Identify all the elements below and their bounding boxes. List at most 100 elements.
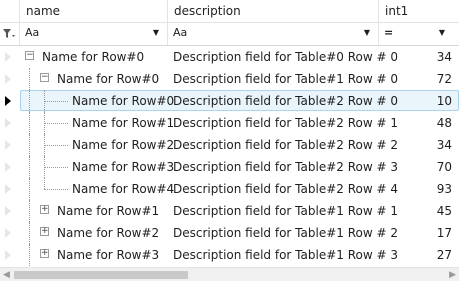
table-row[interactable]: + Name for Row#3 Description field for Tab… [0, 244, 459, 266]
row-indicator-icon [5, 184, 11, 194]
filter-cell-description[interactable]: Aa ▼ [168, 23, 379, 45]
cell-int1[interactable]: 93 [380, 178, 452, 200]
row-indicator[interactable] [0, 46, 18, 68]
tree-grid: name description int1 Aa ▼ Aa ▼ = ▼ − Nam… [0, 0, 459, 281]
tree-guide-line [29, 112, 30, 134]
cell-description[interactable]: Description field for Table#1 Row # 1 [173, 200, 398, 222]
cell-name[interactable]: Name for Row#0 [72, 90, 174, 112]
table-row[interactable]: + Name for Row#2 Description field for Tab… [0, 222, 459, 244]
cell-description[interactable]: Description field for Table#1 Row # 3 [173, 244, 398, 266]
tree-guide-line [29, 134, 30, 156]
scrollbar-thumb[interactable] [14, 271, 188, 279]
cell-int1[interactable]: 34 [380, 134, 452, 156]
filter-cell-name[interactable]: Aa ▼ [20, 23, 168, 45]
cell-name[interactable]: Name for Row#3 [72, 156, 174, 178]
table-row[interactable]: Name for Row#4 Description field for Tabl… [0, 178, 459, 200]
chevron-down-icon[interactable]: ▼ [364, 28, 370, 37]
cell-int1[interactable]: 72 [380, 68, 452, 90]
horizontal-scrollbar[interactable]: ◀ ▶ [0, 267, 459, 281]
cell-description[interactable]: Description field for Table#1 Row # 2 [173, 222, 398, 244]
row-indicator[interactable] [0, 178, 18, 200]
row-indicator-icon [5, 206, 11, 216]
row-indicator[interactable] [0, 222, 18, 244]
cell-description[interactable]: Description field for Table#0 Row # 0 [173, 46, 398, 68]
expand-icon[interactable]: + [40, 205, 49, 214]
collapse-icon[interactable]: − [25, 51, 34, 60]
cell-int1[interactable]: 34 [380, 46, 452, 68]
cell-description[interactable]: Description field for Table#2 Row # 1 [173, 112, 398, 134]
cell-int1[interactable]: 45 [380, 200, 452, 222]
row-indicator[interactable] [0, 68, 18, 90]
column-header-row: name description int1 [0, 0, 459, 23]
expand-icon[interactable]: + [40, 249, 49, 258]
table-row[interactable]: − Name for Row#0 Description field for Tab… [0, 46, 459, 68]
header-corner [0, 0, 20, 22]
cell-name[interactable]: Name for Row#4 [72, 178, 174, 200]
row-indicator-icon [5, 228, 11, 238]
cell-description[interactable]: Description field for Table#1 Row # 0 [173, 68, 398, 90]
table-row[interactable]: − Name for Row#0 Description field for Tab… [0, 68, 459, 90]
cell-description[interactable]: Description field for Table#2 Row # 0 [173, 90, 398, 112]
chevron-down-icon[interactable]: ▼ [153, 28, 159, 37]
filter-row: Aa ▼ Aa ▼ = ▼ [0, 23, 459, 46]
tree-guide-line [44, 189, 68, 190]
table-row[interactable]: Name for Row#2 Description field for Tabl… [0, 134, 459, 156]
cell-name[interactable]: Name for Row#2 [72, 134, 174, 156]
cell-description[interactable]: Description field for Table#2 Row # 3 [173, 156, 398, 178]
cell-name[interactable]: Name for Row#0 [57, 68, 159, 90]
tree-guide-line [44, 178, 45, 189]
collapse-icon[interactable]: − [40, 73, 49, 82]
row-indicator[interactable] [0, 112, 18, 134]
filter-operator-int1[interactable]: = [384, 26, 393, 39]
cell-description[interactable]: Description field for Table#2 Row # 4 [173, 178, 398, 200]
arrow-right-icon[interactable]: ▶ [449, 270, 456, 280]
filter-cell-int1[interactable]: = ▼ [379, 23, 459, 45]
row-indicator[interactable] [0, 200, 18, 222]
cell-int1[interactable]: 17 [380, 222, 452, 244]
cell-int1[interactable]: 10 [380, 90, 452, 112]
row-indicator[interactable] [0, 244, 18, 266]
tree-guide-line [29, 68, 30, 90]
table-row[interactable]: Name for Row#1 Description field for Tabl… [0, 112, 459, 134]
cell-name[interactable]: Name for Row#1 [72, 112, 174, 134]
tree-guide-line [29, 178, 30, 200]
row-indicator-icon [5, 96, 11, 106]
tree-guide-line [29, 244, 30, 266]
table-row-selected[interactable]: Name for Row#0 Description field for Tabl… [0, 90, 459, 112]
tree-guide-line [29, 90, 30, 112]
cell-name[interactable]: Name for Row#2 [57, 222, 159, 244]
filter-operator-name[interactable]: Aa [25, 26, 39, 39]
cell-name[interactable]: Name for Row#1 [57, 200, 159, 222]
row-indicator-icon [5, 74, 11, 84]
table-row[interactable]: + Name for Row#1 Description field for Tab… [0, 200, 459, 222]
chevron-down-icon[interactable]: ▼ [439, 28, 445, 37]
table-row[interactable]: Name for Row#3 Description field for Tabl… [0, 156, 459, 178]
tree-guide-line [44, 145, 68, 146]
cell-name[interactable]: Name for Row#3 [57, 244, 159, 266]
filter-operator-description[interactable]: Aa [173, 26, 187, 39]
row-indicator-icon [5, 52, 11, 62]
row-indicator-icon [5, 162, 11, 172]
column-header-description[interactable]: description [168, 0, 379, 22]
column-header-name[interactable]: name [20, 0, 168, 22]
arrow-left-icon[interactable]: ◀ [3, 270, 10, 280]
tree-guide-line [29, 156, 30, 178]
tree-guide-line [44, 101, 68, 102]
cell-int1[interactable]: 70 [380, 156, 452, 178]
row-indicator[interactable] [0, 90, 18, 112]
column-header-int1[interactable]: int1 [379, 0, 459, 22]
cell-int1[interactable]: 48 [380, 112, 452, 134]
tree-guide-line [44, 167, 68, 168]
row-indicator-icon [5, 140, 11, 150]
row-indicator[interactable] [0, 156, 18, 178]
row-indicator[interactable] [0, 134, 18, 156]
expand-icon[interactable]: + [40, 227, 49, 236]
cell-int1[interactable]: 27 [380, 244, 452, 266]
tree-guide-line [29, 222, 30, 244]
cell-name[interactable]: Name for Row#0 [42, 46, 144, 68]
row-indicator-icon [5, 118, 11, 128]
cell-description[interactable]: Description field for Table#2 Row # 2 [173, 134, 398, 156]
filter-corner[interactable] [0, 23, 20, 45]
row-indicator-icon [5, 250, 11, 260]
filter-icon[interactable] [2, 27, 16, 41]
